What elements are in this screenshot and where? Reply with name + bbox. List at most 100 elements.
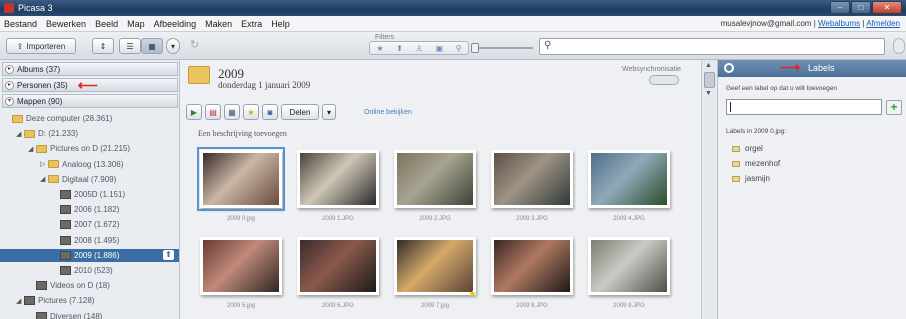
tree-arrow-icon[interactable]: ◢: [28, 145, 36, 153]
folder-date: donderdag 1 januari 2009: [218, 80, 311, 90]
tree-arrow-icon[interactable]: ◢: [40, 175, 48, 183]
folder-tree-item[interactable]: ◢ Pictures on D (21.215): [0, 142, 179, 155]
scroll-up-icon[interactable]: ▲: [705, 62, 712, 69]
photo-thumbnail[interactable]: [588, 150, 670, 208]
slideshow-icon: ▦: [228, 107, 236, 117]
maximize-button[interactable]: □: [851, 1, 871, 14]
tree-arrow-icon[interactable]: ▷: [40, 160, 48, 168]
tag-icon: [732, 160, 740, 167]
photo-thumbnail[interactable]: [197, 147, 285, 211]
star-filter-icon[interactable]: ★: [376, 44, 383, 53]
photo-thumbnail[interactable]: [394, 237, 476, 295]
signout-link[interactable]: Afmelden: [866, 19, 900, 28]
folder-tree-item[interactable]: 2007 (1.672): [0, 218, 179, 231]
close-button[interactable]: ✕: [872, 1, 902, 14]
folders-section[interactable]: ▾ Mappen (90): [2, 94, 178, 108]
folder-scrollbar[interactable]: ▲ ▼: [701, 60, 717, 319]
folder-tree-item[interactable]: 2009 (1.886) ⬆: [0, 248, 179, 262]
label-item[interactable]: orgel: [732, 144, 763, 153]
add-label-button[interactable]: +: [886, 100, 902, 115]
photo-thumbnail[interactable]: [394, 150, 476, 208]
view-list-button[interactable]: ☰: [119, 38, 141, 54]
menu-item-7[interactable]: Help: [271, 19, 290, 29]
scroll-thumb[interactable]: [704, 72, 715, 88]
photo-thumbnail[interactable]: [200, 237, 282, 295]
photo-thumbnail[interactable]: [491, 150, 573, 208]
view-grid-button[interactable]: ▦: [141, 38, 163, 54]
tree-item-label: Pictures (7.128): [38, 296, 95, 306]
geotag-filter-icon[interactable]: ⚲: [456, 44, 462, 53]
labels-settings-icon[interactable]: [724, 63, 734, 73]
import-icon: ⇪: [16, 41, 24, 51]
menu-item-2[interactable]: Beeld: [95, 19, 118, 29]
folder-tree-item[interactable]: ◢ Pictures (7.128): [0, 294, 179, 307]
view-options-button[interactable]: ▾: [166, 38, 180, 54]
play-button[interactable]: ▶: [186, 104, 202, 120]
menu-item-4[interactable]: Afbeelding: [154, 19, 197, 29]
menu-item-6[interactable]: Extra: [241, 19, 262, 29]
folder-tree-item[interactable]: 2005D (1.151): [0, 188, 179, 201]
tree-view-icon: ⇕: [99, 41, 107, 51]
collage-button[interactable]: ▤: [205, 104, 221, 120]
share-dropdown[interactable]: ▾: [322, 104, 336, 120]
folder-tree-item[interactable]: ◢ D: (21.233): [0, 127, 179, 140]
folder-tree-item[interactable]: ◢ Digitaal (7.909): [0, 173, 179, 186]
menu-item-1[interactable]: Bewerken: [46, 19, 86, 29]
view-online-link[interactable]: Online bekijken: [364, 109, 412, 116]
folder-icon: [12, 114, 23, 123]
description-field[interactable]: Een beschrijving toevoegen: [198, 129, 287, 138]
albums-section[interactable]: ▸ Albums (37): [2, 62, 178, 76]
people-filter-icon[interactable]: ♙: [416, 44, 423, 53]
photo-thumbnail[interactable]: [297, 237, 379, 295]
scroll-down-icon[interactable]: ▼: [705, 90, 712, 97]
folder-tree-item[interactable]: Deze computer (28.361): [0, 112, 179, 125]
library-panel: ▸ Albums (37) ▸ Personen (35) ⟵ ▾ Mappen…: [0, 60, 180, 319]
folder-tree-item[interactable]: 2008 (1.495): [0, 234, 179, 247]
import-button[interactable]: ⇪ Importeren: [6, 38, 76, 54]
slideshow-button[interactable]: ▦: [224, 104, 240, 120]
label-item[interactable]: mezenhof: [732, 159, 780, 168]
save-button[interactable]: ◙: [262, 104, 278, 120]
folder-tree-item[interactable]: 2006 (1.182): [0, 203, 179, 216]
folder-tree-item[interactable]: Diversen (148): [0, 310, 179, 319]
tree-arrow-icon[interactable]: ◢: [16, 297, 24, 305]
star-button[interactable]: ★: [243, 104, 259, 120]
folder-tree-item[interactable]: ▷ Analoog (13.306): [0, 158, 179, 171]
search-box[interactable]: ⚲: [539, 38, 885, 55]
filter-slider-handle[interactable]: [471, 43, 479, 53]
movie-filter-icon[interactable]: ▣: [436, 44, 444, 53]
label-item-text: mezenhof: [745, 159, 781, 168]
people-section[interactable]: ▸ Personen (35) ⟵: [2, 77, 178, 93]
tree-arrow-icon[interactable]: ◢: [16, 130, 24, 138]
account-sep-2: |: [862, 19, 865, 28]
photo-thumbnail[interactable]: [491, 237, 573, 295]
label-input[interactable]: [726, 99, 882, 115]
search-clear-button[interactable]: [893, 38, 905, 54]
view-tree-button[interactable]: ⇕: [92, 38, 114, 54]
photo-thumbnail[interactable]: [588, 237, 670, 295]
menu-item-3[interactable]: Map: [127, 19, 145, 29]
webalbums-link[interactable]: Webalbums: [818, 19, 860, 28]
photo-thumbnail[interactable]: [297, 150, 379, 208]
folder-icon: [48, 160, 59, 169]
window-controls: – □ ✕: [830, 1, 902, 15]
upload-filter-icon[interactable]: ⬆: [396, 44, 403, 53]
menu-item-0[interactable]: Bestand: [4, 19, 37, 29]
upload-icon[interactable]: ⬆: [163, 250, 174, 261]
expand-icon: ▸: [5, 80, 14, 90]
tree-item-label: D: (21.233): [38, 129, 79, 139]
menu-item-5[interactable]: Maken: [205, 19, 232, 29]
web-sync-toggle[interactable]: [649, 75, 679, 85]
chevron-down-icon: ▾: [326, 107, 331, 117]
folder-tree-item[interactable]: 2010 (523): [0, 264, 179, 277]
tree-item-label: 2005D (1.151): [74, 190, 126, 199]
play-slideshow-icon[interactable]: ↻: [190, 38, 199, 51]
folder-tree-item[interactable]: Videos on D (18): [0, 279, 179, 292]
album-thumbnail-icon: [60, 235, 71, 245]
tree-item-label: 2009 (1.886): [74, 250, 120, 260]
folder-icon: [36, 144, 47, 153]
label-item[interactable]: jasmijn: [732, 174, 770, 183]
text-caret: [730, 102, 731, 112]
share-button[interactable]: Delen: [281, 104, 319, 120]
minimize-button[interactable]: –: [830, 1, 850, 14]
